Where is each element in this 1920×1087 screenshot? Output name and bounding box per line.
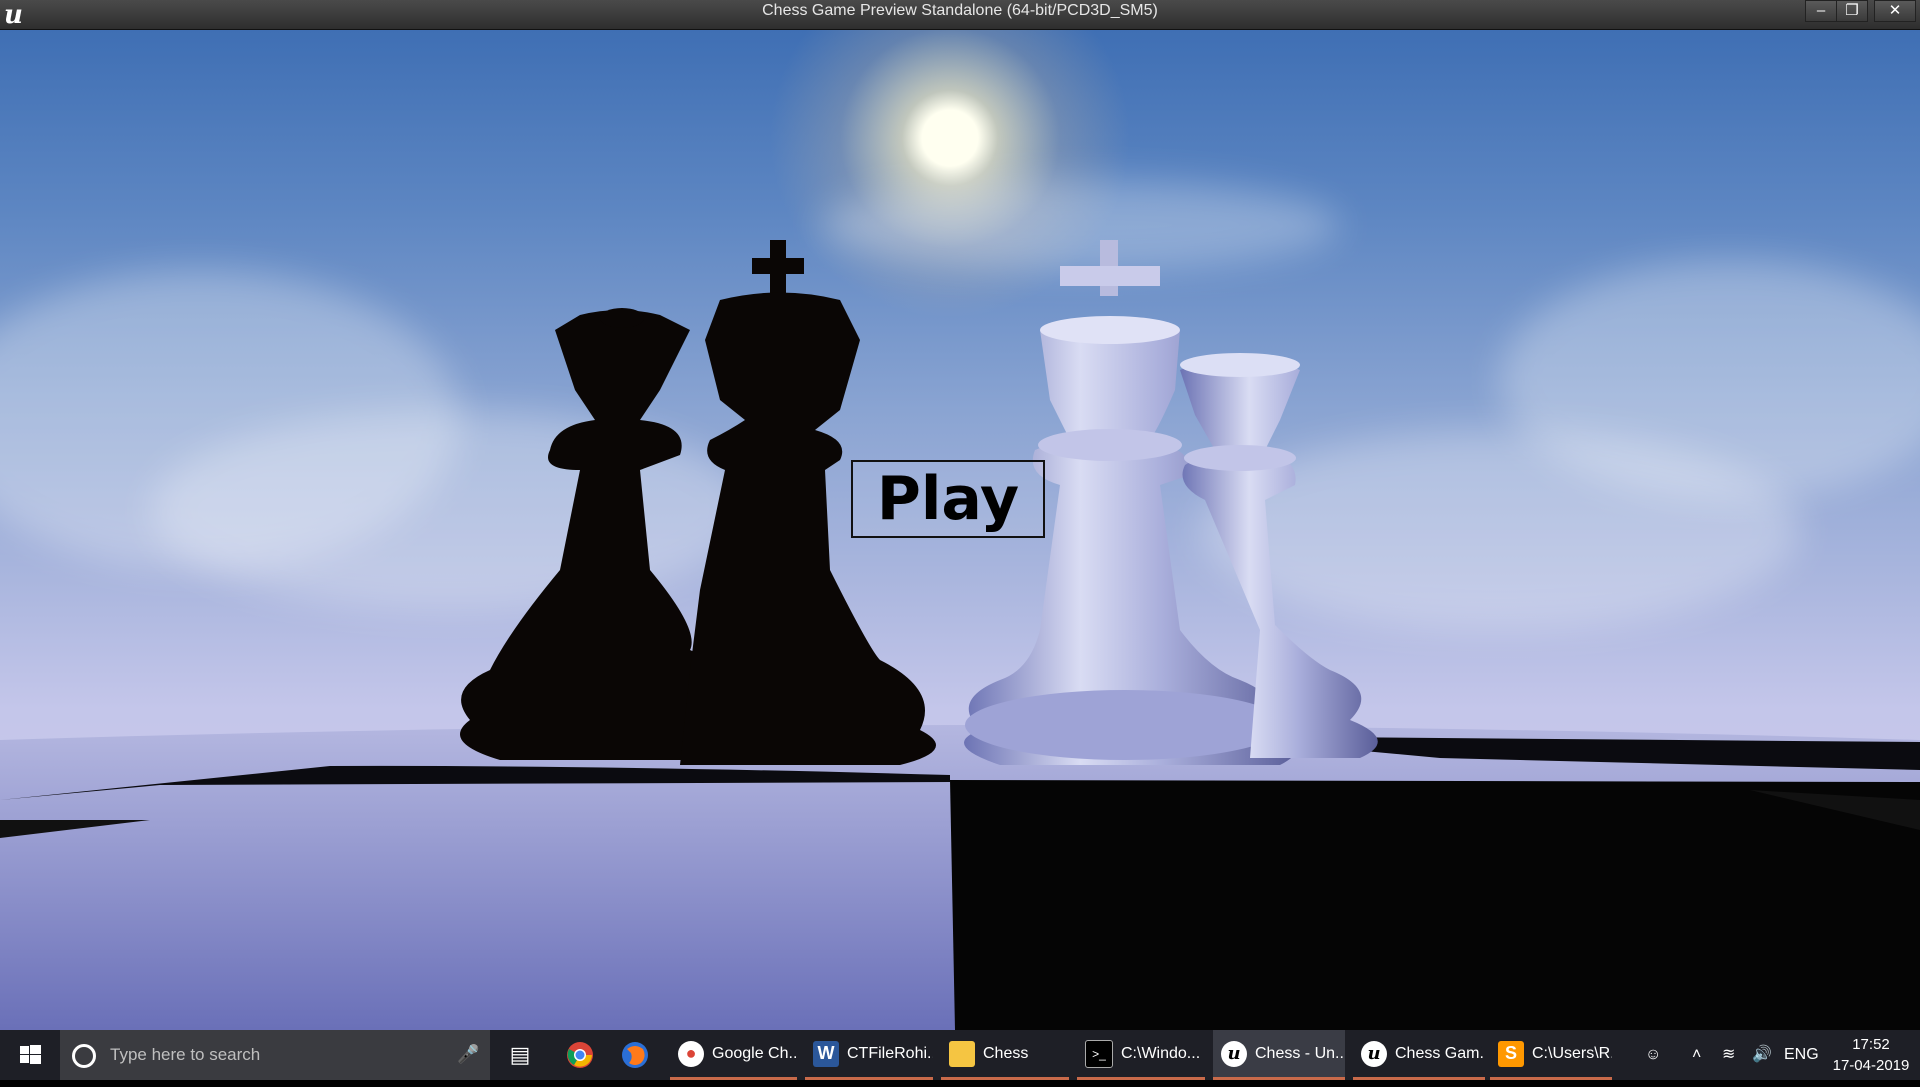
volume-icon[interactable]: 🔊 xyxy=(1752,1030,1772,1080)
taskbar-item-sublime[interactable]: S C:\Users\R... xyxy=(1490,1030,1612,1080)
taskbar-item-chess-game[interactable]: u Chess Gam... xyxy=(1353,1030,1485,1080)
chrome-pinned-icon[interactable] xyxy=(555,1030,605,1080)
wifi-icon[interactable]: ≋ xyxy=(1722,1030,1735,1080)
window-title: Chess Game Preview Standalone (64-bit/PC… xyxy=(762,2,1158,19)
clock-date: 17-04-2019 xyxy=(1832,1057,1910,1074)
taskbar-search-box[interactable]: Type here to search 🎤 xyxy=(60,1030,490,1080)
windows-start-button[interactable] xyxy=(0,1030,60,1080)
taskbar: Type here to search 🎤 ▤ ● Google Ch... W… xyxy=(0,1030,1920,1080)
board-dark-square xyxy=(950,780,1920,1030)
cmd-icon: >_ xyxy=(1085,1039,1113,1068)
play-button[interactable]: Play xyxy=(851,460,1045,538)
unreal-icon: u xyxy=(1221,1040,1247,1067)
microphone-icon[interactable]: 🎤 xyxy=(457,1044,479,1065)
clock-time: 17:52 xyxy=(1852,1036,1890,1053)
close-button[interactable]: ✕ xyxy=(1874,0,1916,22)
taskbar-item-word[interactable]: W CTFileRohi... xyxy=(805,1030,933,1080)
taskbar-item-unreal-editor[interactable]: u Chess - Un... xyxy=(1213,1030,1345,1080)
task-view-icon[interactable]: ▤ xyxy=(495,1030,545,1080)
windows-logo-icon xyxy=(20,1045,41,1064)
sublime-icon: S xyxy=(1498,1040,1524,1067)
chrome-icon: ● xyxy=(678,1040,704,1067)
chevron-up-icon[interactable]: ˄ xyxy=(1692,1030,1701,1080)
cortana-icon xyxy=(72,1044,96,1068)
taskbar-item-explorer[interactable]: Chess xyxy=(941,1030,1069,1080)
game-viewport: Play xyxy=(0,30,1920,1030)
word-icon: W xyxy=(813,1040,839,1067)
folder-icon xyxy=(949,1040,975,1067)
window-titlebar: u Chess Game Preview Standalone (64-bit/… xyxy=(0,0,1920,30)
restore-button[interactable]: ❐ xyxy=(1836,0,1868,22)
unreal-icon: u xyxy=(1361,1040,1387,1067)
minimize-button[interactable]: – xyxy=(1805,0,1837,22)
taskbar-item-cmd[interactable]: >_ C:\Windo... xyxy=(1077,1030,1205,1080)
search-placeholder: Type here to search xyxy=(110,1045,261,1064)
taskbar-item-chrome[interactable]: ● Google Ch... xyxy=(670,1030,797,1080)
firefox-pinned-icon[interactable] xyxy=(610,1030,660,1080)
taskbar-clock[interactable]: 17:52 17-04-2019 xyxy=(1832,1034,1910,1076)
language-indicator[interactable]: ENG xyxy=(1784,1030,1819,1080)
people-icon[interactable]: ☺ xyxy=(1645,1030,1661,1080)
